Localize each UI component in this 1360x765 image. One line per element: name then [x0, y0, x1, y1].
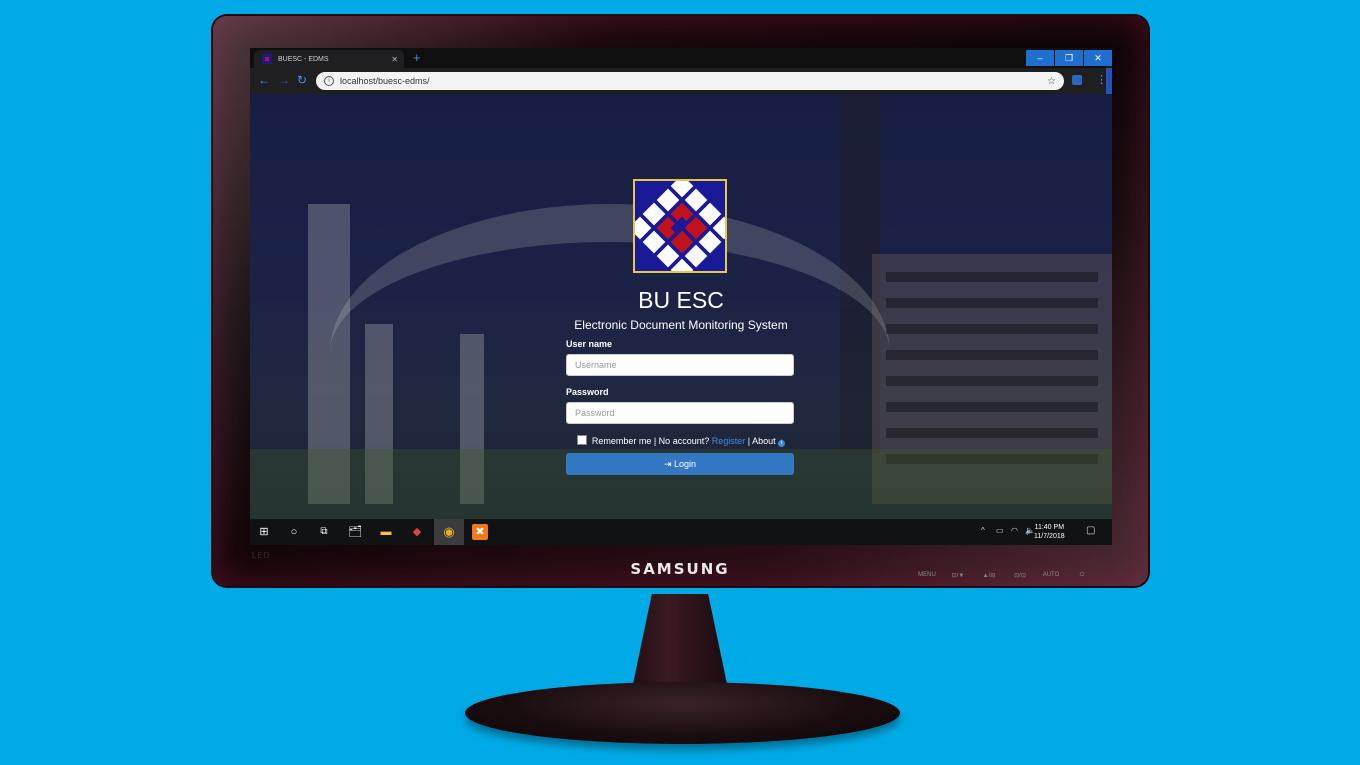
new-tab-button[interactable]: +	[413, 50, 421, 65]
chrome-icon[interactable]: ◉	[441, 524, 457, 540]
separator: |	[747, 436, 751, 446]
tab-title: BUESC - EDMS	[278, 55, 329, 63]
browser-tab[interactable]: BUESC - EDMS ✕	[254, 50, 404, 68]
xampp-icon[interactable]: ✖	[472, 524, 488, 540]
monitor-stand-base	[465, 682, 900, 744]
info-icon[interactable]: i	[778, 440, 786, 447]
page-subtitle: Electronic Document Monitoring System	[574, 318, 788, 332]
led-label: LED	[252, 551, 271, 560]
favicon-icon	[262, 54, 272, 64]
username-label: User name	[566, 339, 613, 349]
file-explorer-icon[interactable]: ▬	[378, 524, 394, 540]
toolbar-accent	[1106, 68, 1112, 94]
files-icon[interactable]: 🗂	[347, 524, 363, 540]
close-window-button[interactable]: ✕	[1084, 50, 1112, 66]
windows-start-icon[interactable]: ⊞	[256, 524, 272, 540]
sign-in-icon: ⇥	[663, 459, 672, 469]
browser-toolbar: ← → ↻ i localhost/buesc-edms/ ☆ ⋮	[250, 68, 1112, 94]
monitor-auto-button[interactable]: AUTO	[1042, 572, 1060, 579]
username-input[interactable]	[566, 354, 794, 376]
page-title: BU ESC	[638, 287, 724, 313]
about-link[interactable]: About	[752, 436, 776, 446]
cortana-icon[interactable]: ○	[286, 524, 302, 540]
minimize-button[interactable]: –	[1026, 50, 1054, 66]
app-logo	[633, 179, 727, 273]
remember-row: Remember me | No account? Register | Abo…	[250, 435, 1112, 447]
url-text: localhost/buesc-edms/	[340, 76, 430, 86]
bookmark-star-icon[interactable]: ☆	[1047, 76, 1056, 87]
taskbar: ⊞ ○ ⧉ 🗂 ▬ ◆ ◉ ✖ ^ ▭ ◠ 🔈 11:40 PM 11/7/20…	[250, 519, 1112, 545]
battery-icon[interactable]: ▭	[996, 526, 1004, 535]
task-view-icon[interactable]: ⧉	[316, 524, 332, 540]
app-icon[interactable]: ◆	[409, 524, 425, 540]
remember-text: Remember me | No account?	[591, 436, 710, 446]
tab-close-icon[interactable]: ✕	[391, 55, 398, 64]
wifi-icon[interactable]: ◠	[1011, 526, 1018, 535]
chevron-up-icon[interactable]: ^	[981, 526, 985, 535]
samsung-logo: SAMSUNG	[630, 560, 730, 578]
address-bar[interactable]: i localhost/buesc-edms/ ☆	[316, 72, 1064, 90]
site-info-icon[interactable]: i	[324, 76, 334, 86]
maximize-button[interactable]: ❐	[1055, 50, 1083, 66]
monitor-source-button[interactable]: ⊡/▼	[949, 572, 967, 579]
page-viewport: BU ESC Electronic Document Monitoring Sy…	[250, 94, 1112, 519]
login-button[interactable]: ⇥ Login	[566, 453, 794, 475]
remember-me-checkbox[interactable]	[576, 435, 587, 445]
back-icon[interactable]: ←	[258, 73, 270, 87]
browser-titlebar: BUESC - EDMS ✕ + – ❐ ✕	[250, 48, 1112, 68]
clock-date: 11/7/2018	[1034, 533, 1065, 540]
clock-time: 11:40 PM	[1034, 524, 1065, 531]
action-center-icon[interactable]: ▢	[1086, 525, 1095, 536]
forward-icon[interactable]: →	[278, 73, 290, 87]
password-label: Password	[566, 387, 609, 397]
taskbar-clock[interactable]: 11:40 PM 11/7/2018	[1034, 523, 1065, 541]
extension-icon[interactable]	[1072, 75, 1082, 85]
password-input[interactable]	[566, 402, 794, 424]
register-link[interactable]: Register	[712, 436, 746, 446]
monitor-power-button[interactable]: ⏻	[1073, 572, 1091, 579]
monitor-display-button[interactable]: ⊡/⊡	[1011, 572, 1029, 579]
monitor-menu-button[interactable]: MENU	[918, 572, 936, 579]
monitor-screen: BUESC - EDMS ✕ + – ❐ ✕ ← → ↻ i localhost…	[250, 48, 1112, 545]
reload-icon[interactable]: ↻	[297, 73, 307, 87]
monitor-up-button[interactable]: ▲/⊟	[980, 572, 998, 579]
login-button-label: Login	[674, 459, 697, 469]
monitor-hardware-buttons: MENU ⊡/▼ ▲/⊟ ⊡/⊡ AUTO ⏻	[918, 572, 1091, 579]
